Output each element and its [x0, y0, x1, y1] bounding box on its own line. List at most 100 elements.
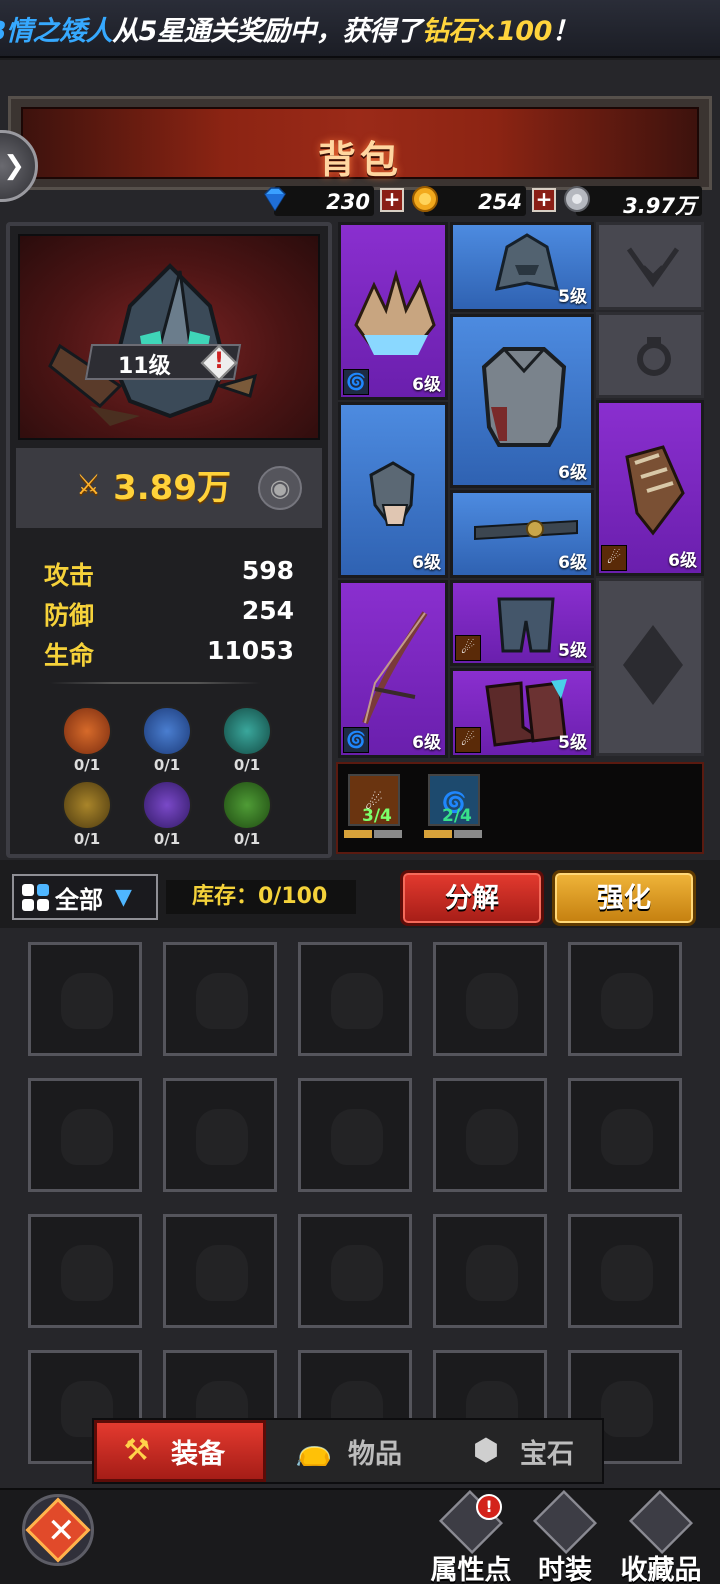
element-count: 0/1: [73, 756, 101, 774]
power-box: ⚔ 3.89万 ◉: [16, 448, 322, 528]
announcement-end: ！: [551, 15, 579, 47]
tab-gems[interactable]: ⬢ 宝石: [466, 1420, 602, 1482]
frost-element-icon: [142, 706, 192, 756]
inventory-toolbar: 全部 ▼ 库存：0/100 分解 强化: [0, 862, 720, 926]
relic-placeholder-icon: [623, 625, 683, 705]
title-bar: 背包: [8, 96, 712, 190]
inventory-slot[interactable]: [163, 1214, 277, 1328]
tab-label: 物品: [348, 1438, 402, 1470]
chest-armor-icon: [481, 347, 567, 447]
category-grid-icon: [22, 883, 49, 911]
slot-chest[interactable]: 6级: [450, 314, 594, 488]
tab-items[interactable]: 👝 物品: [294, 1420, 434, 1482]
fireball-badge-icon: ☄: [601, 545, 627, 571]
inventory-slot[interactable]: [28, 942, 142, 1056]
announcement-banner: B情之矮人从5星通关奖励中，获得了钻石×100！: [0, 0, 720, 58]
inventory-slot[interactable]: [28, 1078, 142, 1192]
crystal-element-icon: [222, 706, 272, 756]
filter-dropdown[interactable]: 全部 ▼: [12, 874, 158, 920]
set-bonus-bar: ☄ 3/4 🌀 2/4: [336, 762, 704, 854]
inventory-slot[interactable]: [568, 1214, 682, 1328]
costume-button[interactable]: 时装: [520, 1490, 610, 1584]
hero-portrait[interactable]: [18, 234, 320, 440]
announcement-text: B情之矮人从5星通关奖励中，获得了钻石×100！: [0, 9, 579, 48]
gold-amount: 254: [478, 190, 522, 214]
tab-label: 宝石: [520, 1438, 574, 1470]
inventory-slot[interactable]: [163, 1078, 277, 1192]
element-shadow[interactable]: 0/1: [142, 780, 192, 860]
element-light[interactable]: 0/1: [62, 780, 112, 860]
inventory-slot[interactable]: [433, 942, 547, 1056]
footer-bar: ✕ ! 属性点 时装 收藏品: [0, 1488, 720, 1584]
tab-equipment[interactable]: ⚒ 装备: [94, 1420, 266, 1482]
decompose-button[interactable]: 分解: [400, 870, 544, 926]
inventory-slot[interactable]: [28, 1214, 142, 1328]
diamond-icon: [264, 187, 286, 212]
hero-level: 11级: [118, 354, 171, 379]
add-gold-button[interactable]: +: [532, 188, 556, 212]
inventory-slot[interactable]: [433, 1214, 547, 1328]
inventory-slot[interactable]: [568, 1078, 682, 1192]
stat-value: 598: [241, 556, 294, 585]
slot-level: 6级: [558, 553, 587, 573]
progress-pip: [344, 830, 372, 838]
slot-helmet[interactable]: 5级: [450, 222, 594, 312]
inventory-slot[interactable]: [163, 942, 277, 1056]
element-crystal[interactable]: 0/1: [222, 706, 272, 786]
inventory-slot[interactable]: [298, 1078, 412, 1192]
silver-amount: 3.97万: [623, 194, 696, 218]
gold-coin-icon: [412, 186, 438, 212]
fire-element-icon: [62, 706, 112, 756]
slot-ring[interactable]: [596, 312, 704, 398]
progress-pip: [454, 830, 482, 838]
inventory-slot[interactable]: [298, 1214, 412, 1328]
exclamation-icon: !: [214, 349, 225, 374]
fireball-set-progress: [344, 830, 402, 838]
announcement-player-name: B情之矮人: [0, 15, 113, 47]
helmet-icon: [494, 233, 560, 291]
element-count: 0/1: [153, 830, 181, 848]
element-count: 0/1: [153, 756, 181, 774]
attributes-button[interactable]: ! 属性点: [426, 1490, 516, 1584]
element-count: 0/1: [233, 830, 261, 848]
stats-divider: [50, 682, 260, 684]
slot-level: 5级: [558, 641, 587, 661]
progress-pip: [424, 830, 452, 838]
slot-gauntlet[interactable]: 6级: [338, 402, 448, 578]
collection-button[interactable]: 收藏品: [616, 1490, 706, 1584]
slot-boots[interactable]: ☄ 5级: [450, 668, 594, 758]
close-button[interactable]: ✕: [22, 1494, 94, 1566]
slot-bracer[interactable]: ☄ 6级: [596, 400, 704, 576]
chevron-down-icon: ▼: [115, 884, 132, 910]
view-eye-button[interactable]: ◉: [258, 466, 302, 510]
element-fire[interactable]: 0/1: [62, 706, 112, 786]
inventory-slot[interactable]: [433, 1078, 547, 1192]
inventory-tabs: ⚒ 装备 👝 物品 ⬢ 宝石: [92, 1418, 604, 1484]
element-frost[interactable]: 0/1: [142, 706, 192, 786]
slot-amulet[interactable]: [596, 222, 704, 310]
element-nature[interactable]: 0/1: [222, 780, 272, 860]
fireball-set-count: 3/4: [362, 806, 392, 826]
slot-belt[interactable]: 6级: [450, 490, 594, 578]
add-diamond-button[interactable]: +: [380, 188, 404, 212]
enhance-button[interactable]: 强化: [552, 870, 696, 926]
element-count: 0/1: [233, 756, 261, 774]
slot-bow[interactable]: 🌀 6级: [338, 580, 448, 758]
tab-label: 装备: [171, 1438, 225, 1470]
slot-level: 6级: [412, 375, 441, 395]
slot-pants[interactable]: ☄ 5级: [450, 580, 594, 666]
slot-level: 6级: [412, 553, 441, 573]
slot-relic[interactable]: [596, 578, 704, 756]
page-title: 背包: [317, 138, 402, 182]
hammer-icon: ⚒: [123, 1433, 151, 1468]
slot-level: 6级: [558, 463, 587, 483]
nature-element-icon: [222, 780, 272, 830]
slot-level: 5级: [558, 733, 587, 753]
shadow-element-icon: [142, 780, 192, 830]
inventory-slot[interactable]: [298, 942, 412, 1056]
slot-shoulder[interactable]: 🌀 6级: [338, 222, 448, 400]
amulet-placeholder-icon: [626, 247, 680, 288]
stat-value: 11053: [207, 636, 294, 665]
inventory-slot[interactable]: [568, 942, 682, 1056]
swirl-badge-icon: 🌀: [343, 727, 369, 753]
